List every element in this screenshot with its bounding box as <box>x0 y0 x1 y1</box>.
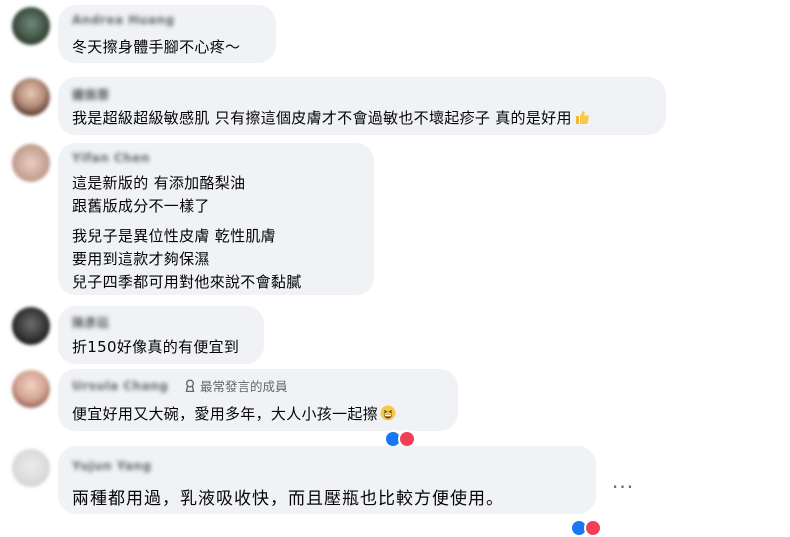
comment-text: 跟舊版成分不一樣了 <box>72 197 210 215</box>
comment-author[interactable]: Yujun Yang <box>72 459 152 473</box>
comment-text-content: 便宜好用又大碗，愛用多年，大人小孩一起擦 <box>72 405 379 423</box>
comment-author[interactable]: Ursula Chang <box>72 379 168 393</box>
comment-author[interactable]: Yifan Chen <box>72 151 150 165</box>
comment-text-content: 我是超級超級敏感肌 只有擦這個皮膚才不會過敏也不壞起疹子 真的是好用 <box>72 109 572 127</box>
comment-bubble: Ursula Chang 最常發言的成員 便宜好用又大碗，愛用多年，大人小孩一起… <box>58 369 458 431</box>
comment-text: 冬天擦身體手腳不心疼～ <box>72 38 241 56</box>
more-options-button[interactable]: ··· <box>612 475 634 499</box>
avatar[interactable] <box>12 144 50 182</box>
badge-icon <box>185 379 195 392</box>
love-reaction-icon[interactable] <box>584 519 602 537</box>
badge-label: 最常發言的成員 <box>200 379 288 394</box>
comment-author[interactable]: 鍾佩蓉 <box>72 86 110 103</box>
comment-text: 便宜好用又大碗，愛用多年，大人小孩一起擦 <box>72 403 396 424</box>
avatar[interactable] <box>12 370 50 408</box>
comment-text: 我是超級超級敏感肌 只有擦這個皮膚才不會過敏也不壞起疹子 真的是好用 <box>72 107 590 128</box>
avatar[interactable] <box>12 78 50 116</box>
comment-bubble: 鍾佩蓉 我是超級超級敏感肌 只有擦這個皮膚才不會過敏也不壞起疹子 真的是好用 <box>58 77 666 135</box>
top-contributor-badge: 最常發言的成員 <box>184 376 288 395</box>
comment-bubble: Yujun Yang 兩種都用過，乳液吸收快，而且壓瓶也比較方便使用。 <box>58 446 596 514</box>
comment-bubble: 陳彥廷 折150好像真的有便宜到 <box>58 306 264 364</box>
grinning-squinting-face-icon <box>380 405 396 421</box>
comment-text: 我兒子是異位性皮膚 乾性肌膚 <box>72 227 276 245</box>
comment-text: 兩種都用過，乳液吸收快，而且壓瓶也比較方便使用。 <box>72 489 504 509</box>
avatar[interactable] <box>12 449 50 487</box>
comment-author[interactable]: 陳彥廷 <box>72 314 110 331</box>
comment-author[interactable]: Andrea Huang <box>72 13 175 27</box>
avatar[interactable] <box>12 7 50 45</box>
comment-text: 兒子四季都可用對他來說不會黏膩 <box>72 273 302 291</box>
comment-bubble: Andrea Huang 冬天擦身體手腳不心疼～ <box>58 5 276 63</box>
comment-text: 要用到這款才夠保濕 <box>72 250 210 268</box>
comment-text: 這是新版的 有添加酪梨油 <box>72 174 246 192</box>
comment-bubble: Yifan Chen 這是新版的 有添加酪梨油 跟舊版成分不一樣了 我兒子是異位… <box>58 143 374 295</box>
avatar[interactable] <box>12 307 50 345</box>
thumbs-up-icon <box>575 111 589 124</box>
comment-text: 折150好像真的有便宜到 <box>72 338 240 356</box>
